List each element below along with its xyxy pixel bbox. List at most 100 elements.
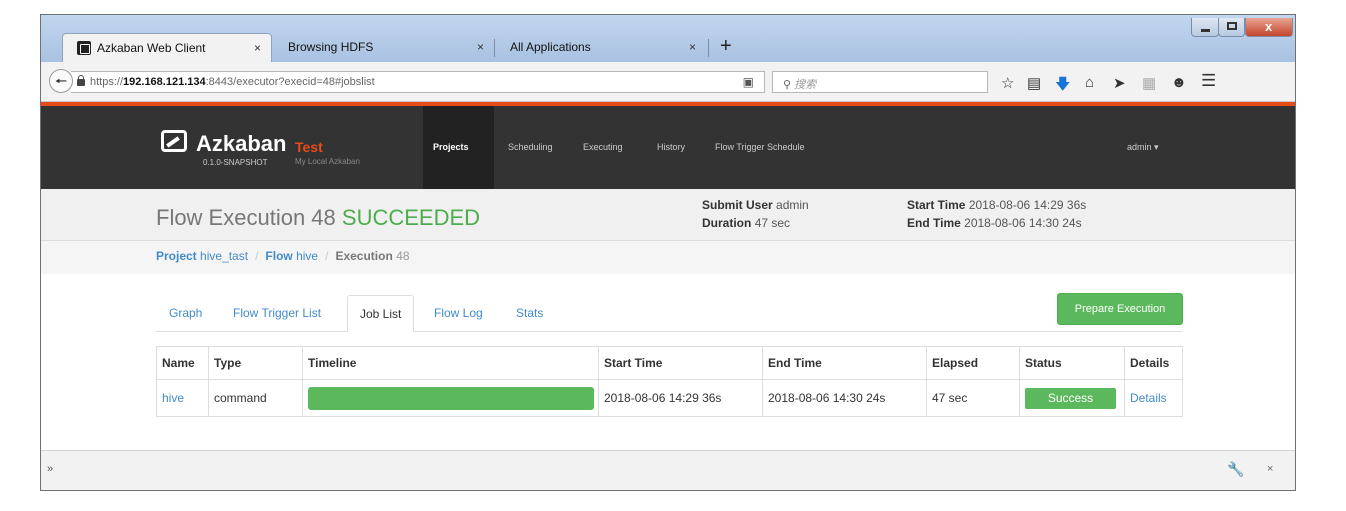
maximize-button[interactable] [1218, 18, 1245, 37]
page-tabs: Graph Flow Trigger List Job List Flow Lo… [156, 295, 1182, 332]
send-icon[interactable]: ➤ [1113, 74, 1126, 92]
breadcrumb-project-label[interactable]: Project [156, 249, 197, 263]
title-prefix: Flow Execution 48 [156, 205, 336, 230]
submit-user-label: Submit User [702, 198, 773, 212]
home-icon[interactable]: ⌂ [1085, 74, 1094, 91]
back-icon: 🠔 [54, 73, 68, 89]
tab-divider [708, 39, 709, 57]
menu-icon[interactable]: ☰ [1201, 71, 1216, 91]
details-link[interactable]: Details [1130, 391, 1167, 405]
col-type: Type [208, 346, 303, 380]
emoji-icon[interactable]: ☻ [1171, 74, 1187, 91]
nav-projects[interactable]: Projects [433, 142, 469, 152]
search-placeholder: 搜索 [794, 79, 817, 91]
tab-job-list[interactable]: Job List [347, 295, 415, 332]
nav-executing[interactable]: Executing [583, 142, 623, 152]
tab-divider [494, 39, 495, 57]
star-icon[interactable]: ☆ [1001, 74, 1014, 92]
start-time-label: Start Time [907, 198, 966, 212]
tab-close-icon[interactable]: × [689, 40, 696, 54]
lock-icon [77, 75, 85, 86]
wrench-icon[interactable]: 🔧 [1227, 461, 1244, 478]
tab-flow-log[interactable]: Flow Log [434, 295, 483, 332]
new-tab-button[interactable]: + [720, 35, 732, 58]
submit-user-value: admin [776, 198, 809, 212]
start-time: Start Time 2018-08-06 14:29 36s [907, 198, 1086, 212]
start-time-value: 2018-08-06 14:29 36s [968, 198, 1087, 212]
azkaban-favicon-icon [77, 41, 91, 55]
table-header-row: Name Type Timeline Start Time End Time E… [156, 346, 1183, 380]
user-menu[interactable]: admin ▾ [1127, 142, 1159, 153]
cell-elapsed: 47 sec [926, 379, 1020, 417]
url-path: :8443/executor?execid=48#jobslist [205, 76, 375, 88]
url-host: 192.168.121.134 [123, 76, 206, 88]
table-row: hive command 2018-08-06 14:29 36s 2018-0… [156, 379, 1183, 417]
submit-user: Submit User admin [702, 198, 809, 212]
env-description: My Local Azkaban [295, 157, 360, 166]
cell-details: Details [1124, 379, 1183, 417]
breadcrumb-execution-id: 48 [396, 249, 410, 263]
cell-type: command [208, 379, 303, 417]
reader-icon[interactable]: ▣ [743, 75, 754, 89]
download-icon[interactable]: 🡇 [1055, 74, 1070, 99]
azkaban-logo-icon[interactable] [161, 130, 187, 152]
duration-label: Duration [702, 216, 752, 230]
tab-title: Azkaban Web Client [97, 41, 206, 55]
cell-start-time: 2018-08-06 14:29 36s [598, 379, 763, 417]
col-status: Status [1019, 346, 1125, 380]
brand-name[interactable]: Azkaban [196, 131, 286, 157]
nav-history[interactable]: History [657, 142, 685, 152]
nav-scheduling[interactable]: Scheduling [508, 142, 553, 152]
end-time: End Time 2018-08-06 14:30 24s [907, 216, 1082, 230]
tab-applications[interactable]: All Applications × [496, 33, 706, 62]
end-time-value: 2018-08-06 14:30 24s [964, 216, 1082, 230]
tab-hdfs[interactable]: Browsing HDFS × [274, 33, 494, 62]
flow-header: Flow Execution 48 SUCCEEDED Submit User … [41, 189, 1295, 241]
tab-title: Browsing HDFS [288, 40, 374, 54]
browser-window: Azkaban Web Client × Browsing HDFS × All… [40, 14, 1296, 491]
screenshot-icon[interactable]: ▦ [1142, 74, 1156, 92]
breadcrumb-flow[interactable]: hive [296, 249, 318, 263]
page-title: Flow Execution 48 SUCCEEDED [156, 205, 480, 231]
prepare-execution-button[interactable]: Prepare Execution [1057, 293, 1183, 325]
status-badge: Success [1025, 387, 1116, 409]
bottom-toolbar: » 🔧 × [41, 450, 1295, 490]
col-details: Details [1124, 346, 1183, 380]
tab-graph[interactable]: Graph [169, 295, 202, 332]
breadcrumb-separator: / [325, 249, 329, 263]
minimize-button[interactable] [1191, 18, 1219, 37]
duration-value: 47 sec [754, 216, 791, 230]
browser-toolbar: https://192.168.121.134:8443/executor?ex… [41, 62, 1295, 102]
back-button[interactable]: 🠔 [49, 69, 73, 93]
address-bar[interactable]: https://192.168.121.134:8443/executor?ex… [71, 71, 765, 93]
breadcrumb: Project hive_tast / Flow hive / Execution 48 [41, 241, 1295, 274]
cell-end-time: 2018-08-06 14:30 24s [762, 379, 927, 417]
col-elapsed: Elapsed [926, 346, 1020, 380]
tab-close-icon[interactable]: × [477, 40, 484, 54]
azkaban-navbar: Azkaban 0.1.0-SNAPSHOT Test My Local Azk… [41, 106, 1295, 189]
breadcrumb-separator: / [255, 249, 259, 263]
breadcrumb-project[interactable]: hive_tast [200, 249, 248, 263]
cell-timeline [302, 379, 599, 417]
title-bar: Azkaban Web Client × Browsing HDFS × All… [41, 15, 1295, 62]
tab-azkaban[interactable]: Azkaban Web Client × [62, 33, 272, 62]
tab-flow-trigger-list[interactable]: Flow Trigger List [233, 295, 321, 332]
breadcrumb-execution-label: Execution [335, 249, 393, 263]
chevron-right-icon[interactable]: » [47, 463, 53, 475]
tab-stats[interactable]: Stats [516, 295, 543, 332]
close-window-button[interactable]: x [1245, 18, 1293, 37]
library-icon[interactable]: ▤ [1027, 74, 1041, 92]
duration: Duration 47 sec [702, 216, 790, 230]
env-name: Test [295, 139, 323, 155]
cell-name: hive [156, 379, 209, 417]
job-name-link[interactable]: hive [162, 391, 184, 405]
close-icon[interactable]: × [1267, 463, 1273, 475]
version-label: 0.1.0-SNAPSHOT [203, 158, 268, 167]
cell-status: Success [1019, 379, 1125, 417]
nav-flow-trigger-schedule[interactable]: Flow Trigger Schedule [715, 142, 805, 152]
tab-close-icon[interactable]: × [254, 41, 261, 55]
breadcrumb-execution: Execution 48 [335, 249, 409, 263]
breadcrumb-flow-label[interactable]: Flow [265, 249, 292, 263]
col-timeline: Timeline [302, 346, 599, 380]
search-input[interactable]: ⚲ 搜索 [772, 71, 988, 93]
